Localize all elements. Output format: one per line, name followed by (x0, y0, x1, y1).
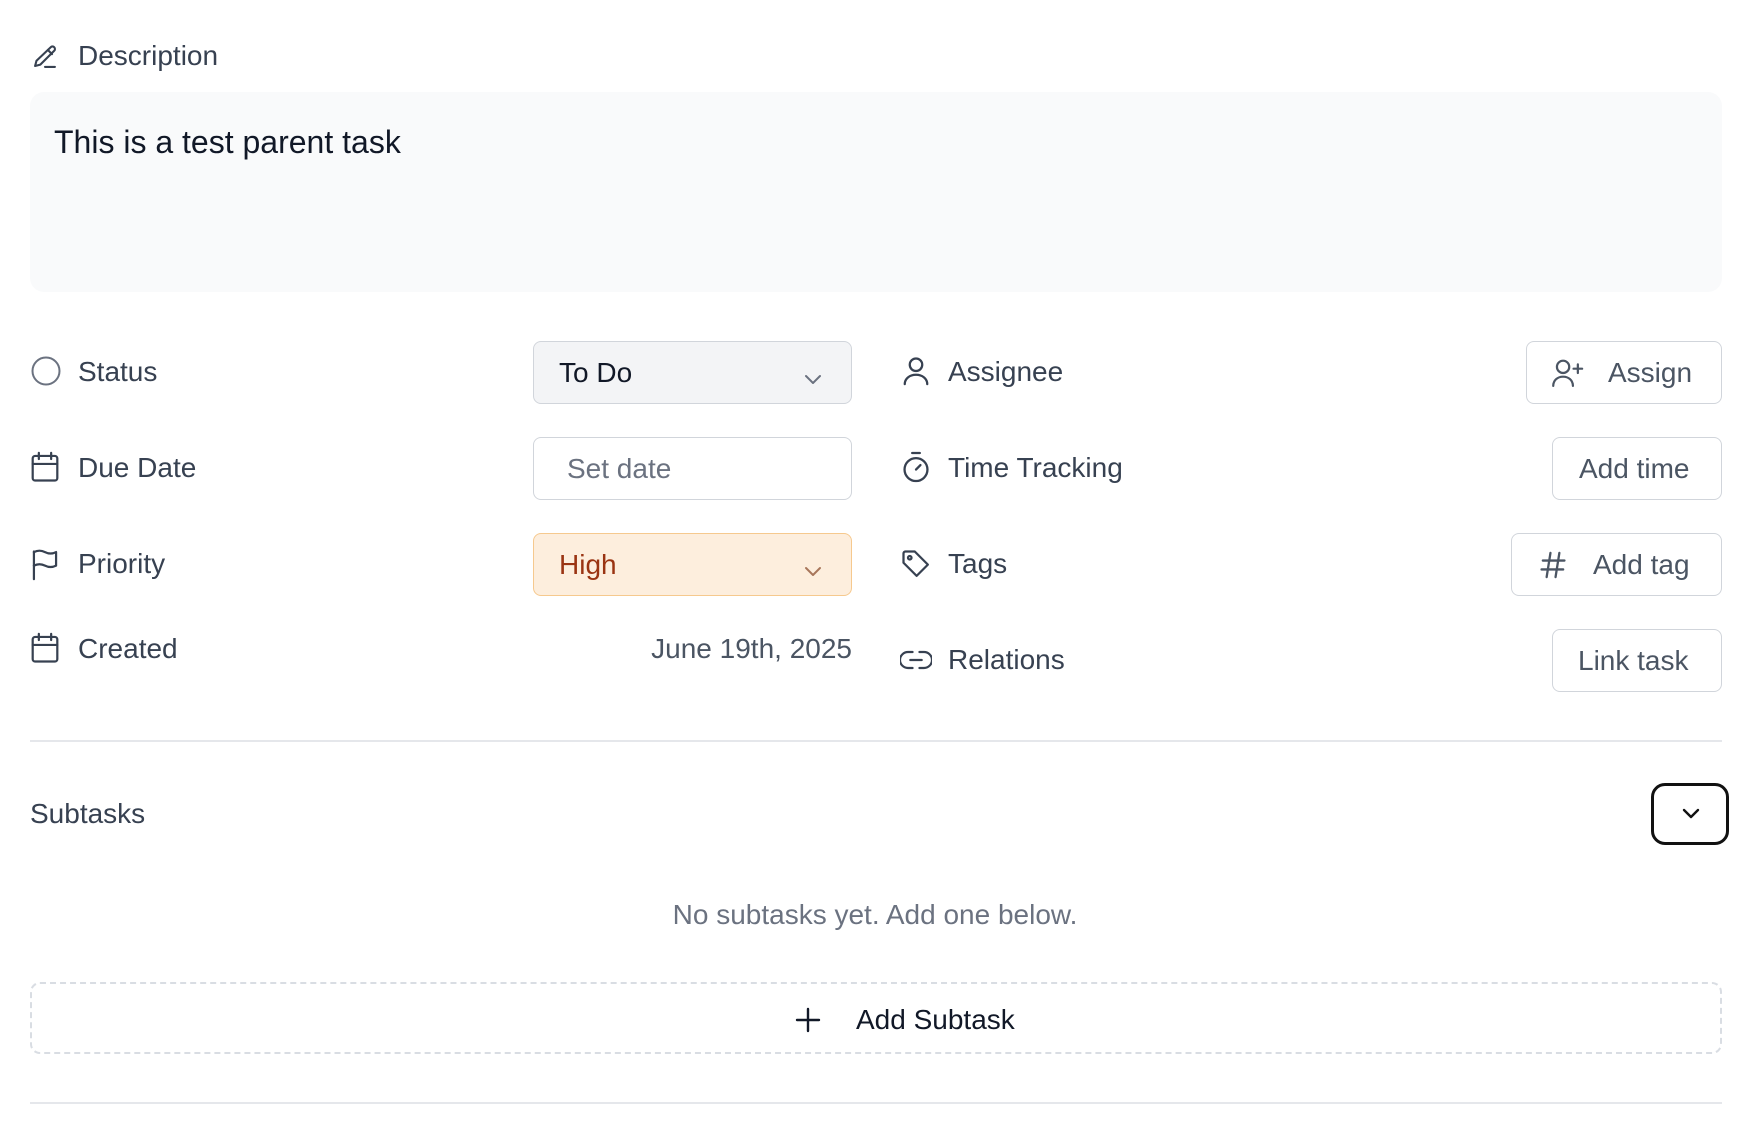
add-tag-button-label: Add tag (1593, 549, 1690, 580)
due-date-placeholder: Set date (567, 452, 672, 484)
description-text[interactable]: This is a test parent task (54, 122, 401, 162)
created-date: June 19th, 2025 (651, 633, 852, 664)
hash-icon (1540, 551, 1566, 579)
tags-label: Tags (948, 548, 1008, 579)
subtasks-title: Subtasks (30, 798, 146, 829)
link-task-button-label: Link task (1578, 645, 1689, 676)
add-time-button-label: Add time (1579, 453, 1690, 484)
priority-select[interactable]: High (533, 533, 852, 596)
assign-button-label: Assign (1608, 357, 1693, 388)
bottom-divider (30, 1102, 1722, 1104)
created-label: Created (78, 633, 178, 664)
due-date-input[interactable]: Set date (533, 437, 852, 500)
tag-icon (901, 549, 931, 579)
due-date-label: Due Date (78, 452, 197, 483)
section-divider (30, 740, 1722, 742)
priority-value: High (559, 548, 617, 580)
add-subtask-button[interactable]: Add Subtask (30, 982, 1722, 1054)
pencil-icon (31, 43, 59, 71)
chevron-down-icon (803, 363, 823, 397)
timer-icon (902, 451, 930, 483)
relations-label: Relations (948, 644, 1065, 675)
chevron-down-icon (1682, 808, 1700, 819)
subtasks-empty-message: No subtasks yet. Add one below. (672, 899, 1078, 930)
user-plus-icon (1552, 358, 1584, 388)
time-tracking-label: Time Tracking (948, 452, 1123, 483)
add-time-button[interactable]: Add time (1552, 437, 1722, 500)
status-label: Status (78, 356, 158, 387)
chevron-down-icon (803, 555, 823, 589)
circle-icon (31, 356, 61, 386)
flag-icon (31, 549, 59, 581)
plus-icon (795, 1007, 821, 1038)
link-icon (900, 648, 932, 672)
assignee-label: Assignee (948, 356, 1064, 387)
calendar-icon (30, 632, 60, 664)
priority-label: Priority (78, 548, 166, 579)
status-select[interactable]: To Do (533, 341, 852, 404)
calendar-icon (30, 451, 60, 483)
assign-button[interactable]: Assign (1526, 341, 1722, 404)
link-task-button[interactable]: Link task (1552, 629, 1722, 692)
add-subtask-label: Add Subtask (856, 1004, 1015, 1035)
add-tag-button[interactable]: Add tag (1511, 533, 1722, 596)
description-label: Description (78, 40, 219, 71)
user-icon (902, 356, 930, 386)
subtasks-toggle-button[interactable] (1651, 783, 1729, 845)
status-value: To Do (559, 356, 633, 388)
